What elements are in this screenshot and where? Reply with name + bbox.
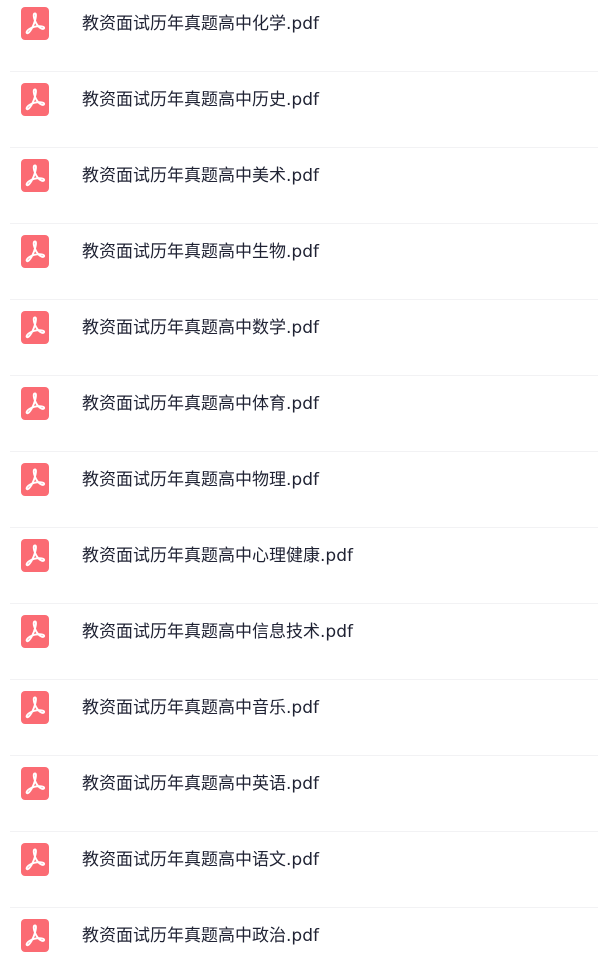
pdf-file-icon bbox=[21, 539, 49, 572]
pdf-file-icon bbox=[21, 691, 49, 724]
file-row[interactable]: 教资面试历年真题高中英语.pdf bbox=[0, 756, 598, 832]
pdf-file-icon bbox=[21, 311, 49, 344]
file-row[interactable]: 教资面试历年真题高中历史.pdf bbox=[0, 72, 598, 148]
file-row[interactable]: 教资面试历年真题高中语文.pdf bbox=[0, 832, 598, 908]
file-row[interactable]: 教资面试历年真题高中数学.pdf bbox=[0, 300, 598, 376]
file-name: 教资面试历年真题高中生物.pdf bbox=[82, 242, 319, 262]
file-name: 教资面试历年真题高中音乐.pdf bbox=[82, 698, 319, 718]
file-row[interactable]: 教资面试历年真题高中物理.pdf bbox=[0, 452, 598, 528]
pdf-file-icon bbox=[21, 767, 49, 800]
file-row[interactable]: 教资面试历年真题高中信息技术.pdf bbox=[0, 604, 598, 680]
file-name: 教资面试历年真题高中历史.pdf bbox=[82, 90, 319, 110]
file-name: 教资面试历年真题高中政治.pdf bbox=[82, 926, 319, 946]
pdf-file-icon bbox=[21, 387, 49, 420]
pdf-file-icon bbox=[21, 83, 49, 116]
file-row[interactable]: 教资面试历年真题高中体育.pdf bbox=[0, 376, 598, 452]
file-row[interactable]: 教资面试历年真题高中化学.pdf bbox=[0, 0, 598, 72]
file-name: 教资面试历年真题高中体育.pdf bbox=[82, 394, 319, 414]
file-row[interactable]: 教资面试历年真题高中美术.pdf bbox=[0, 148, 598, 224]
file-name: 教资面试历年真题高中心理健康.pdf bbox=[82, 546, 353, 566]
pdf-file-icon bbox=[21, 919, 49, 952]
file-row[interactable]: 教资面试历年真题高中音乐.pdf bbox=[0, 680, 598, 756]
file-name: 教资面试历年真题高中语文.pdf bbox=[82, 850, 319, 870]
file-list: 教资面试历年真题高中化学.pdf 教资面试历年真题高中历史.pdf 教资面试历年… bbox=[0, 0, 598, 967]
pdf-file-icon bbox=[21, 7, 49, 40]
file-name: 教资面试历年真题高中英语.pdf bbox=[82, 774, 319, 794]
pdf-file-icon bbox=[21, 843, 49, 876]
file-name: 教资面试历年真题高中化学.pdf bbox=[82, 14, 319, 34]
pdf-file-icon bbox=[21, 235, 49, 268]
file-row[interactable]: 教资面试历年真题高中心理健康.pdf bbox=[0, 528, 598, 604]
pdf-file-icon bbox=[21, 463, 49, 496]
file-row[interactable]: 教资面试历年真题高中政治.pdf bbox=[0, 908, 598, 967]
pdf-file-icon bbox=[21, 615, 49, 648]
file-name: 教资面试历年真题高中美术.pdf bbox=[82, 166, 319, 186]
file-row[interactable]: 教资面试历年真题高中生物.pdf bbox=[0, 224, 598, 300]
file-name: 教资面试历年真题高中物理.pdf bbox=[82, 470, 319, 490]
pdf-file-icon bbox=[21, 159, 49, 192]
file-name: 教资面试历年真题高中信息技术.pdf bbox=[82, 622, 353, 642]
file-name: 教资面试历年真题高中数学.pdf bbox=[82, 318, 319, 338]
